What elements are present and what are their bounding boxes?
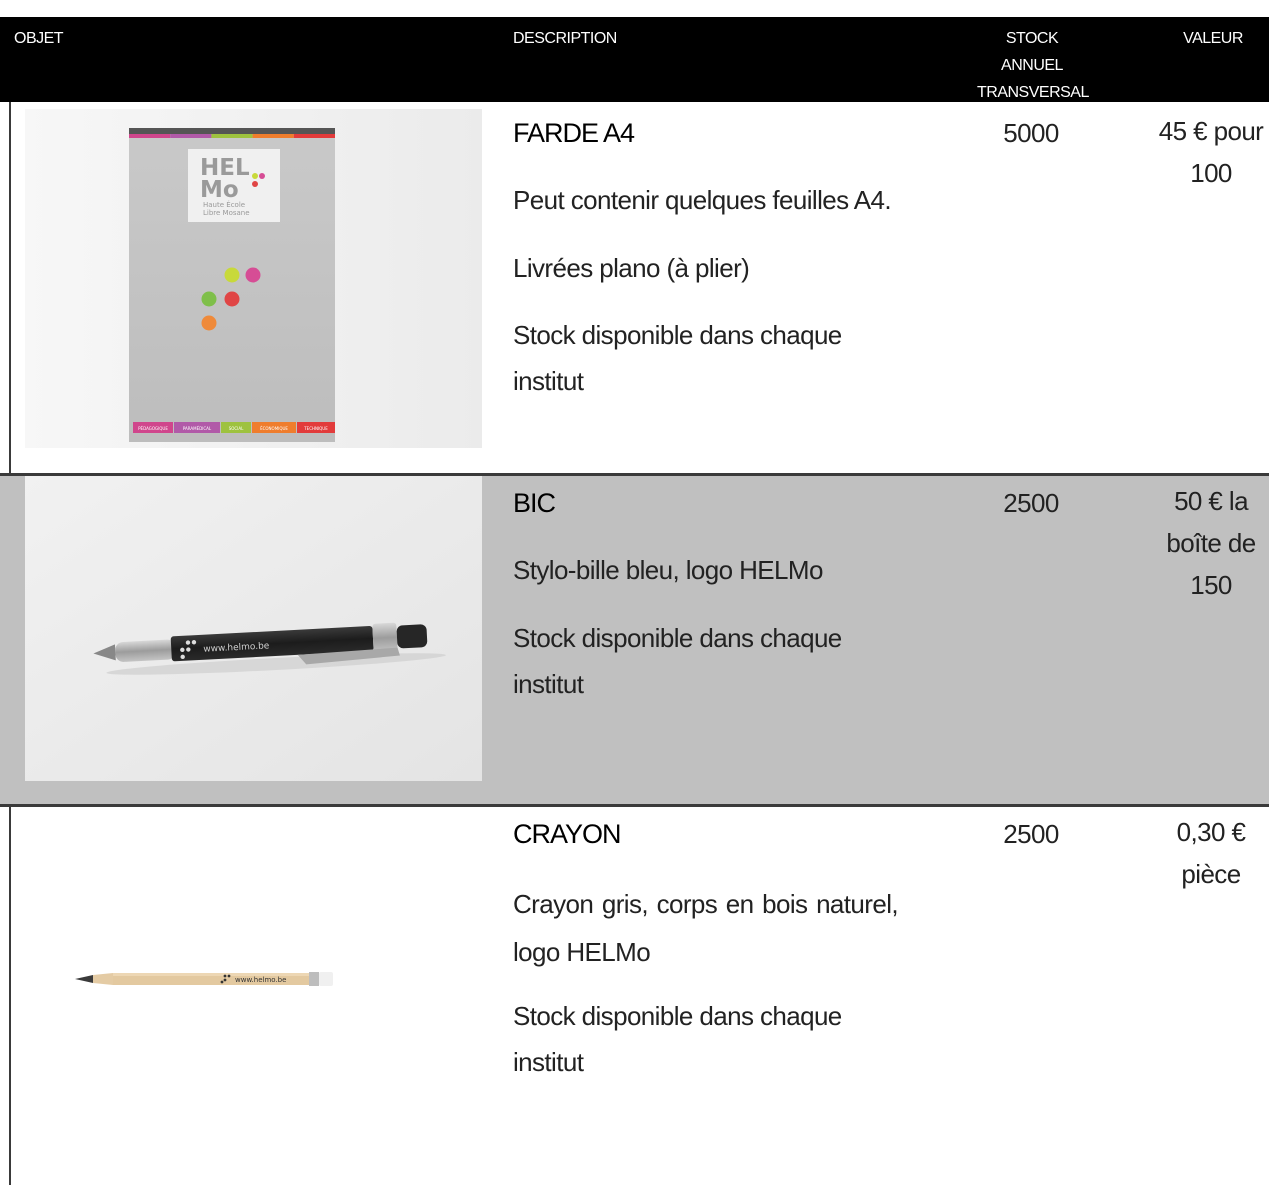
catalog-page: OBJET DESCRIPTION STOCK ANNUEL TRANSVERS… [0,0,1269,1185]
header-stock-line1: STOCK ANNUEL [1001,30,1063,74]
table-row-crayon: www.helmo.be CRAYON Crayon gris, corps e… [0,807,1269,1185]
svg-text:PARAMÉDICAL: PARAMÉDICAL [183,426,212,431]
folder-top-stripe [129,134,171,138]
row-value: 50 € la boîte de 150 [1152,480,1269,606]
row-title: BIC [513,488,556,518]
row-desc-line: Stock disponible dans chaque institut [513,623,842,699]
svg-text:TECHNIQUE: TECHNIQUE [303,426,328,431]
row-value-line: pièce [1181,859,1241,889]
folder-bottom-tab: SOCIAL [221,422,251,433]
row-value-line: 150 [1190,570,1232,600]
header-stock: STOCK ANNUEL TRANSVERSAL [977,25,1089,106]
row-value-line: 100 [1190,158,1232,188]
header-description: DESCRIPTION [513,30,617,47]
folder-top-stripe [211,134,253,138]
pencil-imprint: www.helmo.be [235,976,286,984]
folder-dot [224,267,240,283]
farde-photo: HEL Mo Haute École Libre Mosane PÉDAGOGI… [25,109,482,448]
header-valeur: VALEUR [1183,30,1243,47]
folder-dot [224,291,240,307]
row-value-line: boîte de [1166,528,1256,558]
folder-bottom-tab: TECHNIQUE [297,422,335,433]
row-desc-line: Livrées plano (à plier) [513,253,750,283]
folder-top-stripe [293,134,335,138]
bic-photo: www.helmo.be [25,476,482,781]
bottom-tab-strip: PÉDAGOGIQUE PARAMÉDICAL SOCIAL ÉCONOMIQUE TE… [133,422,335,433]
logo-text-line2: Mo [200,177,239,203]
svg-text:PÉDAGOGIQUE: PÉDAGOGIQUE [138,426,168,431]
folder-dot [201,315,217,331]
row-value-line: 45 € pour [1158,116,1264,146]
folder-bottom-tab: PÉDAGOGIQUE [133,422,173,433]
folder-dot [201,291,217,307]
row-stock: 2500 [1003,488,1059,518]
svg-text:ÉCONOMIQUE: ÉCONOMIQUE [260,426,288,431]
table-row-bic: www.helmo.be BIC Stylo-bille bleu, logo … [0,476,1269,804]
row-stock: 5000 [1003,118,1059,148]
logo-sub2: Libre Mosane [203,209,250,217]
table-header: OBJET DESCRIPTION STOCK ANNUEL TRANSVERS… [0,17,1269,102]
logo-sub1: Haute École [203,200,245,209]
row-desc-line: Peut contenir quelques feuilles A4. [513,185,892,215]
folder-dot [245,267,261,283]
svg-text:SOCIAL: SOCIAL [229,426,244,431]
row-value: 0,30 € pièce [1152,811,1269,895]
crayon-photo: www.helmo.be [25,807,482,1167]
folder-top-stripe [170,134,212,138]
row-desc-line: Crayon gris, corps en bois naturel, logo… [513,889,899,967]
row-desc-line: Stock disponible dans chaque institut [513,320,842,396]
table-row-farde: HEL Mo Haute École Libre Mosane PÉDAGOGI… [0,102,1269,473]
row-title: FARDE A4 [513,118,635,148]
folder-image: HEL Mo Haute École Libre Mosane PÉDAGOGI… [25,109,482,448]
pen-image: www.helmo.be [25,476,482,781]
row-desc-line: Stylo-bille bleu, logo HELMo [513,555,823,585]
folder-bottom-tab: PARAMÉDICAL [174,422,220,433]
pencil-image: www.helmo.be [25,807,482,1167]
folder-top-stripe [252,134,294,138]
row-title: CRAYON [513,819,622,849]
row-desc-line: Stock disponible dans chaque institut [513,1001,842,1077]
row-value: 45 € pour 100 [1152,110,1269,194]
folder-bottom-tab: ÉCONOMIQUE [252,422,296,433]
row-value-line: 0,30 € [1176,817,1246,847]
row-stock: 2500 [1003,819,1059,849]
header-objet: OBJET [14,30,64,47]
row-value-line: 50 € la [1174,486,1248,516]
